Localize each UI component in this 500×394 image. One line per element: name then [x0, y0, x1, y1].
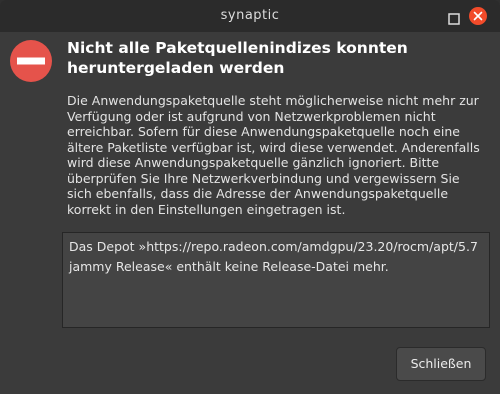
details-text: Das Depot »https://repo.radeon.com/amdgp…	[69, 239, 482, 274]
window-title: synaptic	[220, 8, 280, 23]
maximize-icon[interactable]	[448, 10, 460, 25]
dialog-message: Die Anwendungspaketquelle steht mögliche…	[67, 93, 480, 217]
close-button[interactable]: Schließen	[396, 347, 486, 381]
title-bar[interactable]: synaptic	[0, 0, 500, 32]
close-icon	[473, 11, 483, 21]
dialog-headline: Nicht alle Paketquellenindizes konnten h…	[67, 39, 408, 77]
synaptic-dialog-window: synaptic Nicht alle Paketquellenindizes …	[0, 0, 500, 394]
close-window-button[interactable]	[469, 7, 487, 25]
details-text-area[interactable]: Das Depot »https://repo.radeon.com/amdgp…	[62, 232, 490, 328]
stop-icon	[10, 40, 52, 82]
